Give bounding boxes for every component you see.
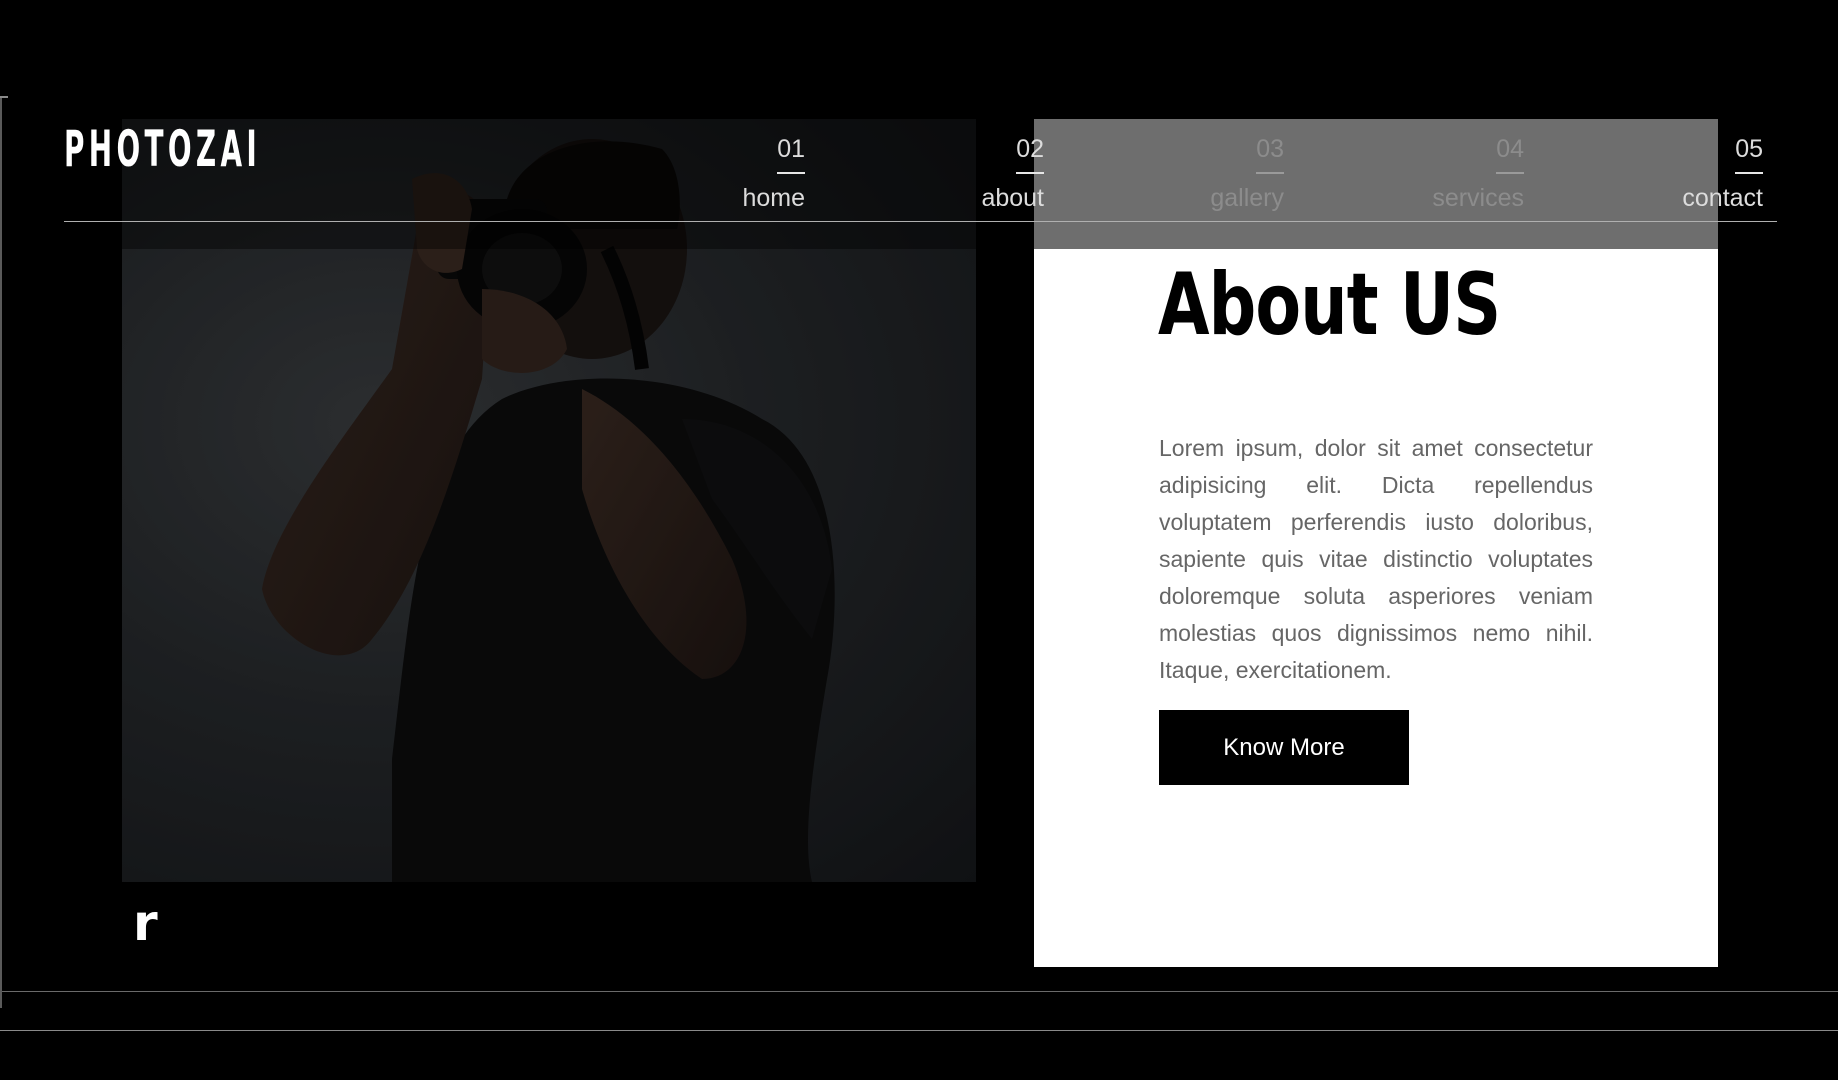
nav-label: contact [1682,184,1763,212]
about-body: Lorem ipsum, dolor sit amet consectetur … [1159,435,1593,683]
nav-number: 05 [1735,132,1763,174]
nav-number: 02 [1016,132,1044,174]
nav-label: about [981,184,1044,212]
nav-item-contact[interactable]: 05 contact [1682,132,1763,215]
page: r About US Lorem ipsum, dolor sit amet c… [0,0,1838,1080]
nav-number: 03 [1256,132,1284,174]
nav-number: 04 [1496,132,1524,174]
nav-item-about[interactable]: 02 about [981,132,1044,215]
nav-label: gallery [1210,184,1284,212]
know-more-button[interactable]: Know More [1159,710,1409,785]
nav-item-home[interactable]: 01 home [742,132,805,215]
about-title: About US [1158,255,1501,355]
nav-item-services[interactable]: 04 services [1432,132,1524,215]
nav-item-gallery[interactable]: 03 gallery [1210,132,1284,215]
header-divider [64,221,1777,222]
bottom-divider-lower [0,1030,1838,1031]
header-gray-overlay [1034,119,1718,249]
nav-number: 01 [777,132,805,174]
nav-label: services [1432,184,1524,212]
stray-letter: r [133,894,158,952]
bottom-divider-upper [2,991,1838,992]
site-header [0,119,1838,249]
site-logo[interactable]: PHOTOZAI [64,119,261,179]
nav-label: home [742,184,805,212]
